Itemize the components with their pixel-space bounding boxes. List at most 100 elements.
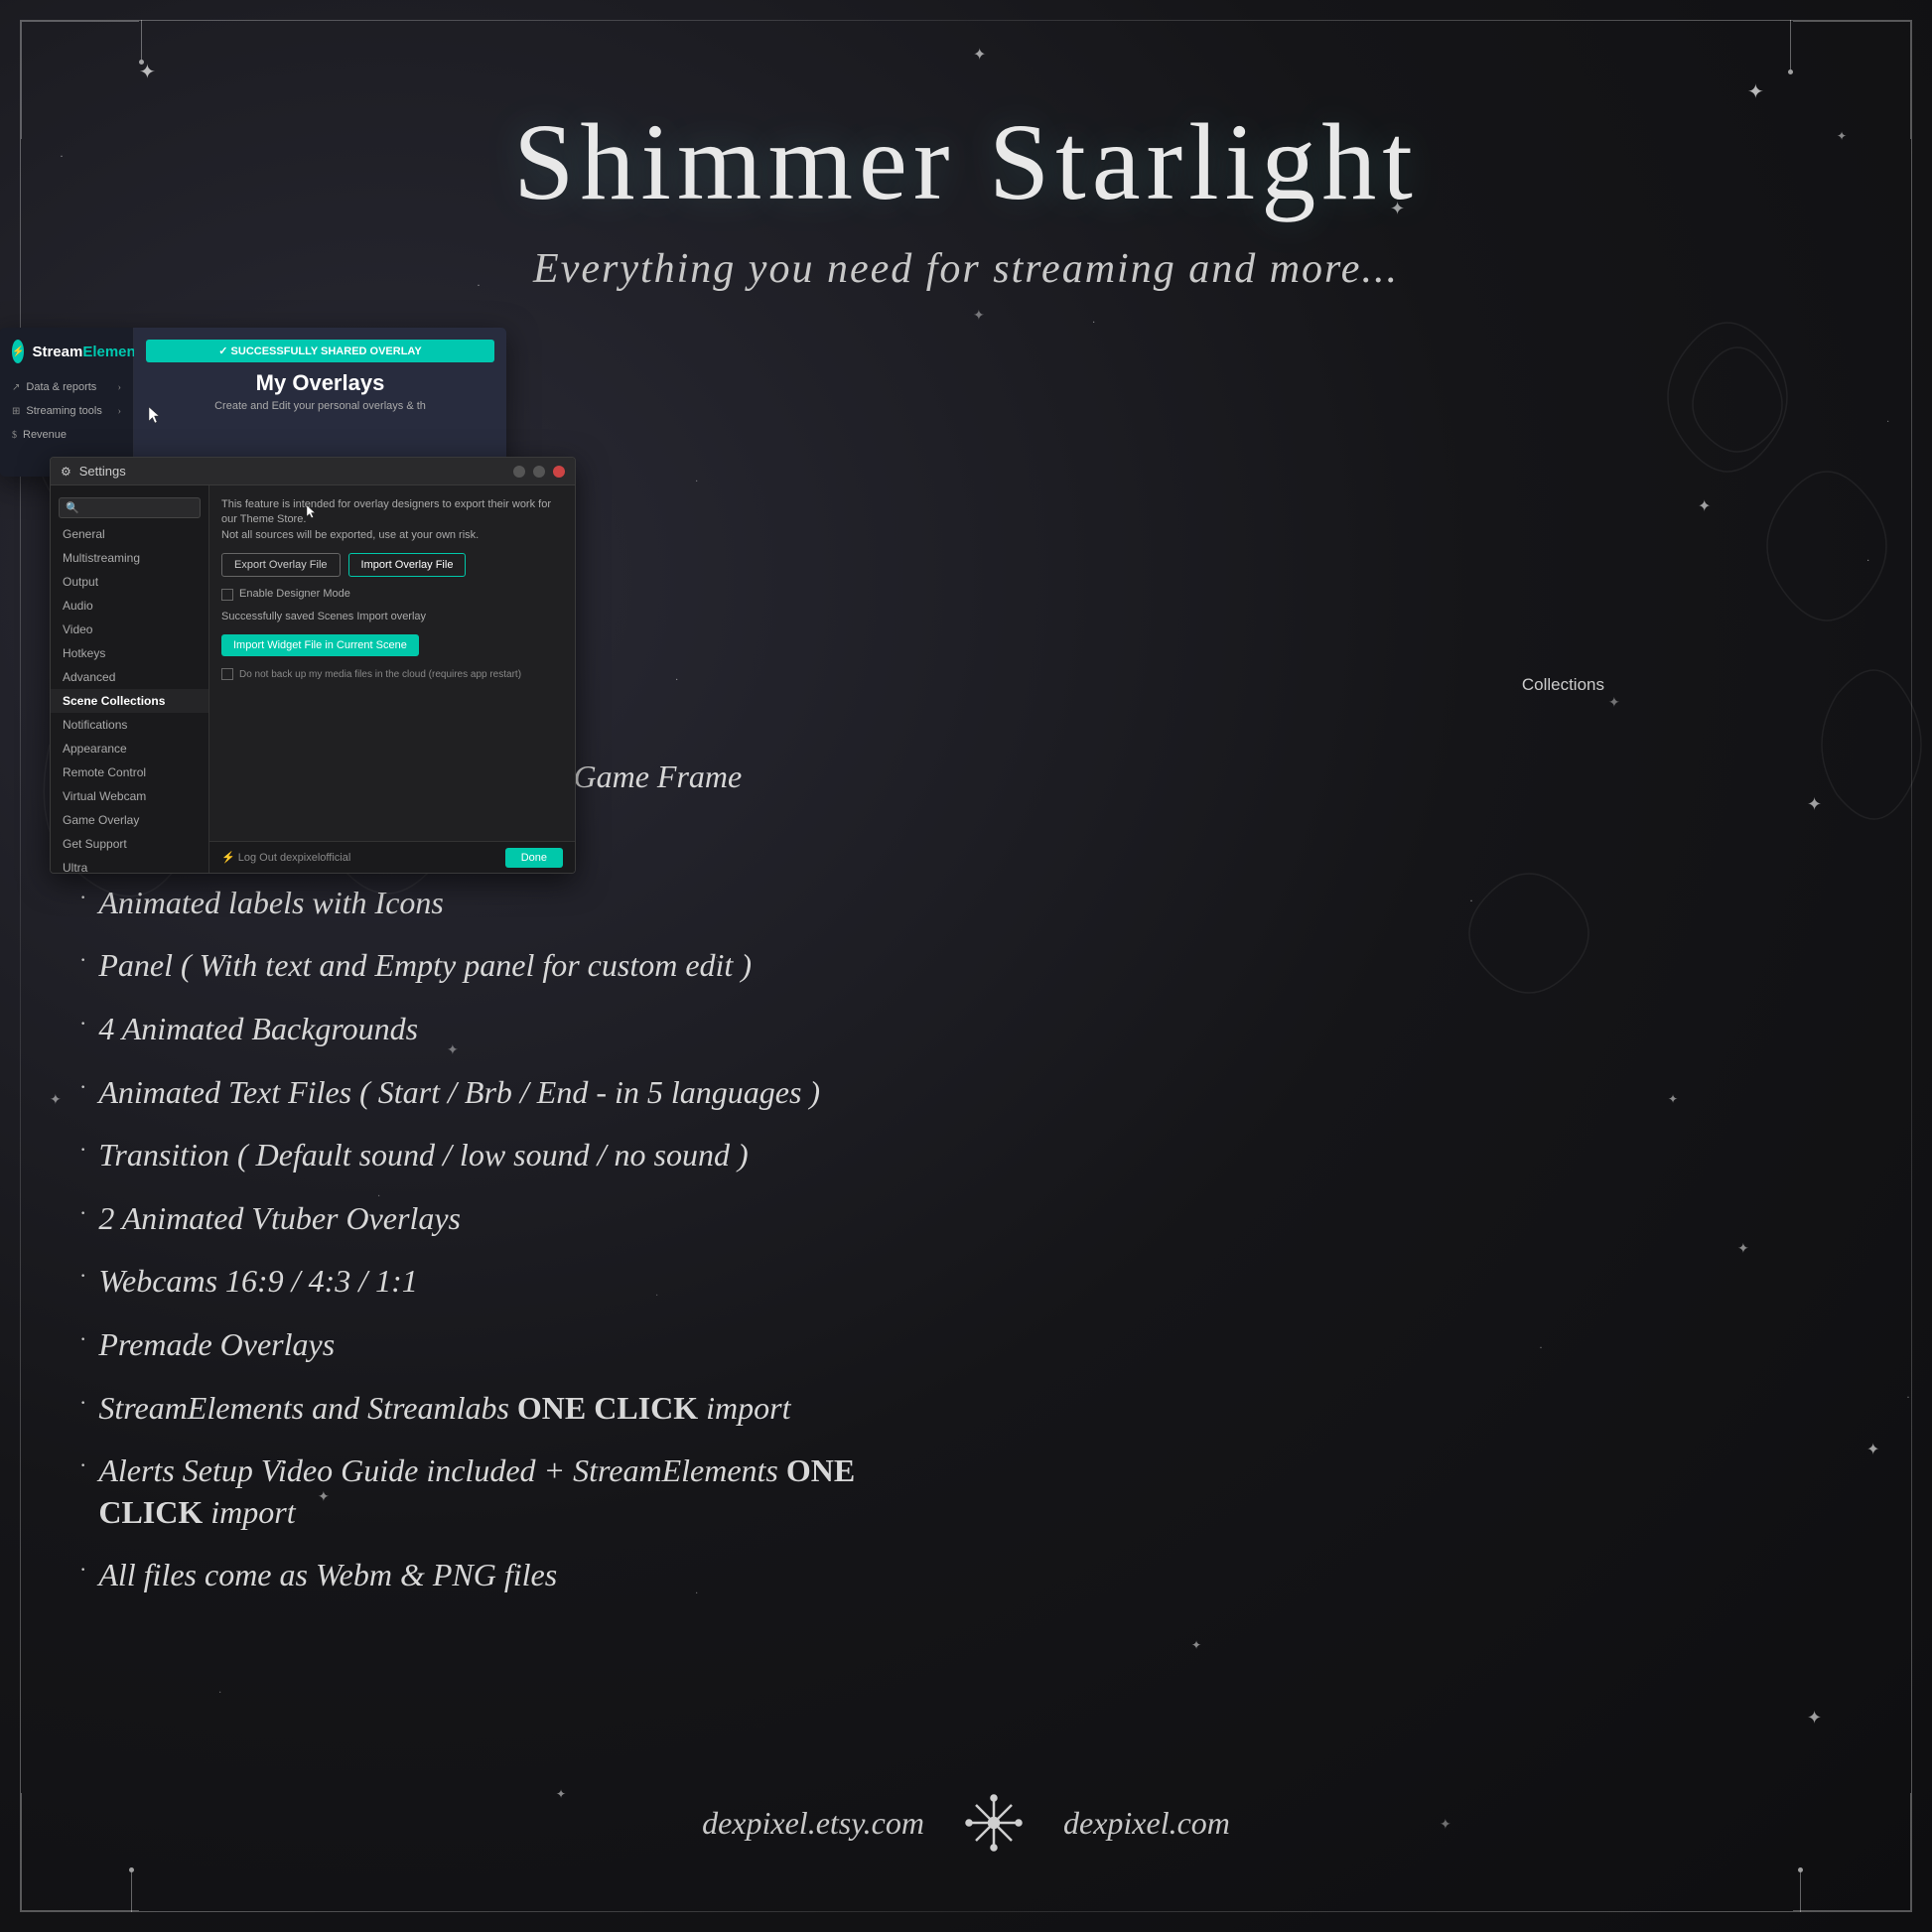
se-nav-label3: Revenue	[23, 429, 67, 441]
obs-nav-video[interactable]: Video	[51, 618, 208, 641]
feature-text: Alerts Setup Video Guide included + Stre…	[98, 1450, 894, 1533]
obs-nav-appearance[interactable]: Appearance	[51, 737, 208, 760]
list-item: · Transition ( Default sound / low sound…	[79, 1135, 894, 1176]
bullet: ·	[79, 947, 86, 973]
list-item: · Premade Overlays	[79, 1324, 894, 1366]
se-nav-label: Data & reports	[26, 381, 96, 393]
obs-designer-mode-checkbox[interactable]	[221, 589, 233, 601]
feature-text: Premade Overlays	[98, 1324, 335, 1366]
bullet: ·	[79, 1326, 86, 1352]
obs-nav-multistreaming[interactable]: Multistreaming	[51, 546, 208, 570]
se-nav-label2: Streaming tools	[26, 405, 101, 417]
list-item: · Animated Text Files ( Start / Brb / En…	[79, 1072, 894, 1114]
se-logo-icon: ⚡	[12, 340, 24, 363]
obs-close-btn[interactable]: ×	[553, 466, 565, 478]
dangle-top-right	[1788, 20, 1793, 74]
obs-settings-screenshot: ⚙ Settings ─ □ × 🔍 General Multistreamin…	[50, 457, 576, 874]
right-border-line	[1911, 139, 1912, 1793]
footer-logo	[964, 1793, 1024, 1853]
footer-right-link: dexpixel.com	[1063, 1805, 1230, 1842]
footer: dexpixel.etsy.com dexpixel.com	[0, 1793, 1932, 1853]
feature-text: Transition ( Default sound / low sound /…	[98, 1135, 748, 1176]
bullet: ·	[79, 1452, 86, 1478]
obs-nav-output[interactable]: Output	[51, 570, 208, 594]
obs-nav-game-overlay[interactable]: Game Overlay	[51, 808, 208, 832]
list-item: · StreamElements and Streamlabs ONE CLIC…	[79, 1388, 894, 1430]
list-item: · Alerts Setup Video Guide included + St…	[79, 1450, 894, 1533]
obs-titlebar: ⚙ Settings ─ □ ×	[51, 458, 575, 485]
obs-nav-ultra[interactable]: Ultra	[51, 856, 208, 874]
streamelements-screenshot: ⚡ StreamElements ↗ Data & reports › ⊞ St…	[0, 328, 506, 477]
obs-nav-notifications[interactable]: Notifications	[51, 713, 208, 737]
obs-no-backup-label: Do not back up my media files in the clo…	[239, 668, 521, 681]
obs-content-area: This feature is intended for overlay des…	[209, 485, 575, 873]
obs-nav-get-support[interactable]: Get Support	[51, 832, 208, 856]
list-item: · Animated labels with Icons	[79, 883, 894, 924]
obs-nav-virtual-webcam[interactable]: Virtual Webcam	[51, 784, 208, 808]
se-logo-area: ⚡ StreamElements	[0, 328, 133, 375]
bullet: ·	[79, 885, 86, 910]
gear-icon: ⚙	[61, 465, 71, 479]
obs-nav-advanced[interactable]: Advanced	[51, 665, 208, 689]
feature-text: Panel ( With text and Empty panel for cu…	[98, 945, 752, 987]
obs-maximize-btn[interactable]: □	[533, 466, 545, 478]
obs-designer-mode-label: Enable Designer Mode	[239, 587, 350, 602]
bullet: ·	[79, 1390, 86, 1416]
list-item: · 4 Animated Backgrounds	[79, 1009, 894, 1050]
obs-nav-scene-collections[interactable]: Scene Collections	[51, 689, 208, 713]
se-nav-data-reports: ↗ Data & reports ›	[0, 375, 133, 399]
se-nav-revenue: $ Revenue	[0, 423, 133, 447]
feature-text: 4 Animated Backgrounds	[98, 1009, 418, 1050]
list-item: · 2 Animated Vtuber Overlays	[79, 1198, 894, 1240]
top-border-line	[139, 20, 1793, 21]
se-nav-streaming-tools: ⊞ Streaming tools ›	[0, 399, 133, 423]
obs-done-button[interactable]: Done	[505, 848, 563, 868]
se-brand-name: StreamElements	[32, 344, 149, 360]
obs-import-widget-btn[interactable]: Import Widget File in Current Scene	[221, 634, 419, 656]
obs-info-text: This feature is intended for overlay des…	[221, 497, 563, 543]
se-main-content: ✓ SUCCESSFULLY SHARED OVERLAY My Overlay…	[134, 328, 506, 477]
obs-settings-body: 🔍 General Multistreaming Output Audio Vi…	[51, 485, 575, 873]
list-item: · Webcams 16:9 / 4:3 / 1:1	[79, 1261, 894, 1303]
obs-import-overlay-btn[interactable]: Import Overlay File	[348, 553, 467, 577]
se-stream-text: Stream	[32, 344, 82, 360]
footer-left-link: dexpixel.etsy.com	[702, 1805, 924, 1842]
feature-text: 2 Animated Vtuber Overlays	[98, 1198, 461, 1240]
obs-designer-mode-row: Enable Designer Mode	[221, 587, 563, 602]
dangle-top-left	[139, 20, 144, 65]
feature-text: Animated labels with Icons	[98, 883, 444, 924]
obs-no-backup-row: Do not back up my media files in the clo…	[221, 668, 563, 681]
list-item: · Panel ( With text and Empty panel for …	[79, 945, 894, 987]
obs-nav-general[interactable]: General	[51, 522, 208, 546]
se-cursor	[149, 407, 161, 425]
obs-minimize-btn[interactable]: ─	[513, 466, 525, 478]
obs-cursor	[307, 505, 317, 519]
subtitle: Everything you need for streaming and mo…	[0, 245, 1932, 293]
title-section: Shimmer Starlight Everything you need fo…	[0, 99, 1932, 293]
se-sidebar: ⚡ StreamElements ↗ Data & reports › ⊞ St…	[0, 328, 134, 477]
feature-text: StreamElements and Streamlabs ONE CLICK …	[98, 1388, 790, 1430]
list-item: · All files come as Webm & PNG files	[79, 1555, 894, 1596]
se-success-banner: ✓ SUCCESSFULLY SHARED OVERLAY	[146, 340, 494, 362]
obs-export-overlay-btn[interactable]: Export Overlay File	[221, 553, 341, 577]
obs-search-field[interactable]: 🔍	[59, 497, 201, 518]
bottom-border-line	[139, 1911, 1793, 1912]
obs-nav-remote-control[interactable]: Remote Control	[51, 760, 208, 784]
obs-sidebar: 🔍 General Multistreaming Output Audio Vi…	[51, 485, 209, 873]
obs-nav-hotkeys[interactable]: Hotkeys	[51, 641, 208, 665]
bullet: ·	[79, 1557, 86, 1583]
obs-window-controls: ─ □ ×	[513, 466, 565, 478]
obs-log-out-area: ⚡ Log Out dexpixelofficial	[221, 851, 350, 864]
dangle-bottom-right	[1798, 1867, 1803, 1912]
obs-bottom-bar: ⚡ Log Out dexpixelofficial Done	[209, 841, 575, 873]
se-overlays-title: My Overlays	[146, 370, 494, 396]
dangle-bottom-left	[129, 1867, 134, 1912]
obs-title: ⚙ Settings	[61, 464, 126, 479]
bullet: ·	[79, 1263, 86, 1289]
obs-overlay-buttons: Export Overlay File Import Overlay File	[221, 553, 563, 577]
obs-nav-audio[interactable]: Audio	[51, 594, 208, 618]
se-overlays-subtitle: Create and Edit your personal overlays &…	[146, 400, 494, 412]
obs-no-backup-checkbox[interactable]	[221, 668, 233, 680]
bullet: ·	[79, 1137, 86, 1163]
feature-text: Animated Text Files ( Start / Brb / End …	[98, 1072, 820, 1114]
